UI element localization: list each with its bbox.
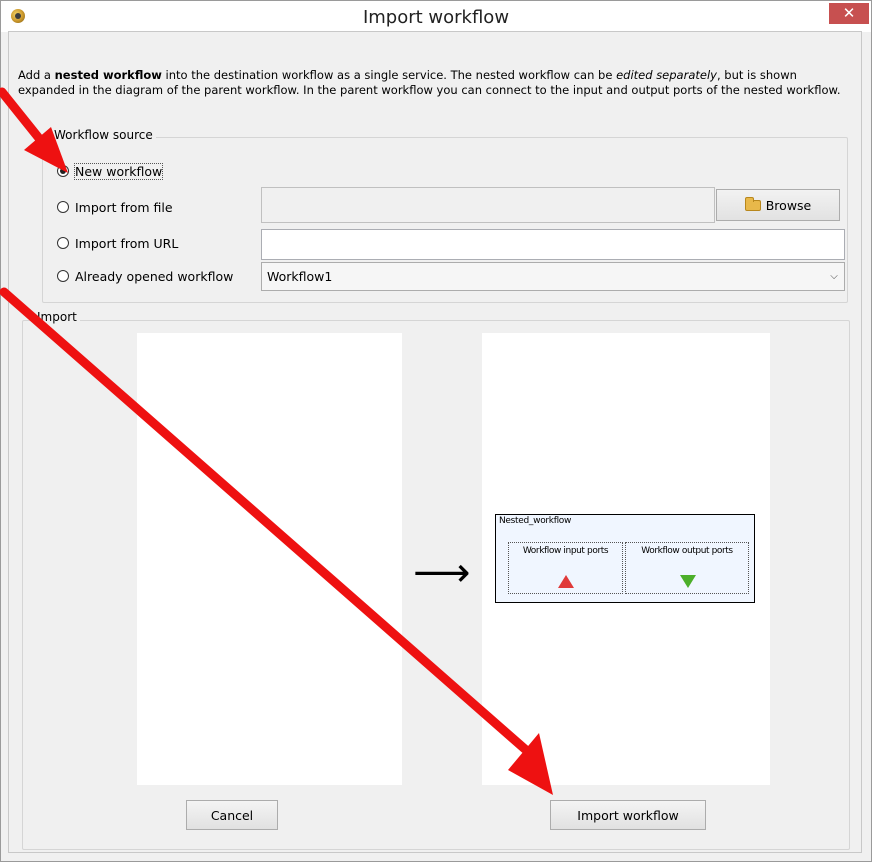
window-title: Import workflow xyxy=(362,7,510,28)
close-button[interactable]: ✕ xyxy=(829,3,869,24)
url-field[interactable] xyxy=(261,229,845,260)
opened-workflow-selected: Workflow1 xyxy=(267,269,333,284)
output-port-triangle-icon xyxy=(680,575,696,588)
browse-button[interactable]: Browse xyxy=(716,189,840,221)
title-bar: Import workflow ✕ xyxy=(1,1,871,32)
radio-indicator[interactable] xyxy=(57,201,69,213)
cancel-button[interactable]: Cancel xyxy=(186,800,278,830)
nested-workflow-title: Nested_workflow xyxy=(499,516,572,526)
input-ports-label: Workflow input ports xyxy=(522,546,609,556)
radio-label-already-opened: Already opened workflow xyxy=(75,268,234,284)
radio-label-import-from-file: Import from file xyxy=(75,199,173,215)
destination-preview-panel xyxy=(137,333,402,785)
radio-label-import-from-url: Import from URL xyxy=(75,235,179,251)
import-direction-arrow: ⟶ xyxy=(413,550,471,596)
radio-import-from-file[interactable]: Import from file xyxy=(57,197,173,217)
browse-label: Browse xyxy=(765,197,812,213)
chevron-down-icon[interactable]: ⌵ xyxy=(824,271,844,282)
output-ports-label: Workflow output ports xyxy=(641,546,733,556)
radio-import-from-url[interactable]: Import from URL xyxy=(57,233,178,253)
radio-already-opened-workflow[interactable]: Already opened workflow xyxy=(57,266,233,286)
radio-indicator-checked[interactable] xyxy=(57,165,69,177)
opened-workflow-select[interactable]: Workflow1 ⌵ xyxy=(261,262,845,291)
input-port-triangle-icon xyxy=(558,575,574,588)
radio-new-workflow[interactable]: New workflow xyxy=(57,161,164,181)
workflow-output-ports: Workflow output ports xyxy=(625,542,749,594)
workflow-input-ports: Workflow input ports xyxy=(508,542,623,594)
description-bold: nested workflow xyxy=(54,68,162,82)
radio-indicator[interactable] xyxy=(57,237,69,249)
radio-label-new-workflow: New workflow xyxy=(73,162,164,180)
workflow-source-legend: Workflow source xyxy=(51,128,156,142)
nested-workflow-box: Nested_workflow Workflow input ports Wor… xyxy=(495,514,755,603)
import-legend: Import xyxy=(34,310,80,324)
description-italic: edited separately xyxy=(616,68,717,82)
folder-icon xyxy=(744,196,761,211)
description-text: Add a nested workflow into the destinati… xyxy=(18,68,841,97)
import-workflow-button[interactable]: Import workflow xyxy=(550,800,706,830)
file-path-field[interactable] xyxy=(261,187,715,223)
radio-indicator[interactable] xyxy=(57,270,69,282)
